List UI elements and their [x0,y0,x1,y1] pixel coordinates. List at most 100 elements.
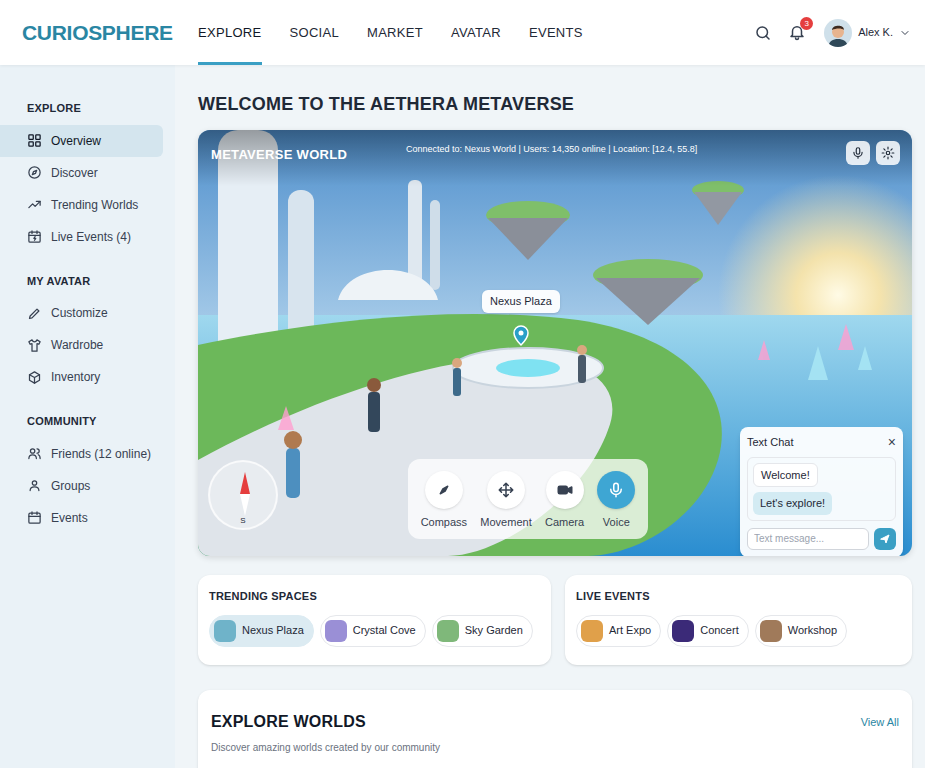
sidebar-item[interactable]: Groups [0,470,163,502]
chip[interactable]: Art Expo [576,615,661,647]
chip-label[interactable]: Sky Garden [465,622,523,639]
move-icon[interactable] [497,481,515,499]
chip-label[interactable]: Crystal Cove [353,622,416,639]
chip[interactable]: Sky Garden [432,615,533,647]
control-label[interactable]: Movement [480,514,531,531]
nav-tab-label[interactable]: EVENTS [529,23,583,43]
thumbnail[interactable] [325,620,347,642]
nav-tab-label[interactable]: MARKET [367,23,423,43]
control-circle[interactable] [487,471,525,509]
control-label[interactable]: Camera [545,514,584,531]
chat-input[interactable] [747,528,869,550]
chip-label[interactable]: Workshop [788,622,837,639]
send-button[interactable] [874,528,896,550]
control-label[interactable]: Voice [603,514,630,531]
top-bar: CURIOSPHERE EXPLORE SOCIAL MARKET AVATAR EVEN… [0,0,925,65]
thumbnail[interactable] [760,620,782,642]
compass-icon[interactable] [27,165,42,180]
sidebar-item[interactable]: Live Events (4) [0,221,163,253]
chip[interactable]: Workshop [755,615,847,647]
sidebar-section: EXPLOREOverviewDiscoverTrending WorldsLi… [0,100,175,253]
sidebar-item[interactable]: Discover [0,157,163,189]
send-icon[interactable] [879,533,891,545]
control-button[interactable]: Compass [421,471,467,531]
thumbnail[interactable] [672,620,694,642]
control-circle[interactable] [546,471,584,509]
chip[interactable]: Nexus Plaza [209,615,314,647]
shirt-icon[interactable] [27,338,42,353]
sidebar-item-label[interactable]: Discover [51,164,98,182]
sidebar-item-label[interactable]: Wardrobe [51,336,103,354]
compass-needle-icon [230,472,260,516]
search-icon[interactable] [754,24,772,42]
sidebar-item[interactable]: Trending Worlds [0,189,163,221]
chevron-down-icon[interactable] [899,27,911,39]
chip-label[interactable]: Concert [700,622,739,639]
user-name[interactable]: Alex K. [858,24,893,41]
compass-icon[interactable] [435,481,453,499]
avatar-icon[interactable] [824,19,852,47]
sidebar-item-label[interactable]: Trending Worlds [51,196,138,214]
notifications-button[interactable]: 3 [788,23,808,43]
nav-tab-label[interactable]: SOCIAL [290,23,339,43]
sidebar-item-label[interactable]: Events [51,509,88,527]
world-viewport[interactable]: METAVERSE WORLDConnected to: Nexus World… [198,130,912,556]
nav-tab-label[interactable]: EXPLORE [198,23,262,43]
chip-label[interactable]: Nexus Plaza [242,622,304,639]
pin-label[interactable]: Nexus Plaza [482,290,560,313]
sidebar-item[interactable]: Wardrobe [0,329,163,361]
trending-icon[interactable] [27,197,42,212]
nav-tab-label[interactable]: AVATAR [451,23,501,43]
control-button[interactable]: Camera [545,471,584,531]
control-label[interactable]: Compass [421,514,467,531]
calendar-icon[interactable] [27,229,42,244]
control-circle[interactable] [425,471,463,509]
users-icon[interactable] [27,446,42,461]
sidebar-item[interactable]: Friends (12 online) [0,438,163,470]
sidebar-item[interactable]: Inventory [0,361,163,393]
thumbnail[interactable] [214,620,236,642]
sidebar-item-label[interactable]: Live Events (4) [51,228,131,246]
box-icon[interactable] [27,370,42,385]
sidebar-item[interactable]: Overview [0,125,163,157]
microphone-icon[interactable] [607,481,625,499]
control-button[interactable]: Movement [480,471,531,531]
view-all-link[interactable]: View All [861,714,899,731]
microphone-icon[interactable] [851,146,865,160]
group-icon[interactable] [27,478,42,493]
map-pin-icon[interactable] [509,323,533,347]
compass-widget[interactable]: S [208,460,278,530]
sidebar-item-label[interactable]: Customize [51,304,108,322]
explore-header: EXPLORE WORLDSView All [211,710,899,734]
thumbnail[interactable] [437,620,459,642]
camera-icon[interactable] [556,481,574,499]
grid-icon[interactable] [27,133,42,148]
nav-tab[interactable]: AVATAR [451,0,501,65]
chip-label[interactable]: Art Expo [609,622,651,639]
sidebar-item[interactable]: Customize [0,297,163,329]
control-button[interactable]: Voice [597,471,635,531]
control-circle[interactable] [597,471,635,509]
nav-tab[interactable]: MARKET [367,0,423,65]
settings-button[interactable] [876,141,900,165]
sidebar-item-label[interactable]: Overview [51,132,101,150]
gear-icon[interactable] [881,146,895,160]
calendar-icon[interactable] [27,510,42,525]
chat-close-button[interactable]: × [888,435,896,449]
chip[interactable]: Concert [667,615,749,647]
chip[interactable]: Crystal Cove [320,615,426,647]
pencil-icon[interactable] [27,306,42,321]
logo-text[interactable]: CURIOSPHERE [22,17,173,49]
nav-tab[interactable]: SOCIAL [290,0,339,65]
sidebar-item-label[interactable]: Groups [51,477,90,495]
thumbnail[interactable] [581,620,603,642]
nav-tab[interactable]: EXPLORE [198,0,262,65]
sidebar-item[interactable]: Events [0,502,163,534]
nav-tab[interactable]: EVENTS [529,0,583,65]
logo[interactable]: CURIOSPHERE [0,0,175,65]
location-pin[interactable]: Nexus Plaza [482,290,560,347]
sidebar-item-label[interactable]: Friends (12 online) [51,445,151,463]
sidebar-item-label[interactable]: Inventory [51,368,100,386]
user-menu[interactable]: Alex K. [824,19,911,47]
mic-button[interactable] [846,141,870,165]
